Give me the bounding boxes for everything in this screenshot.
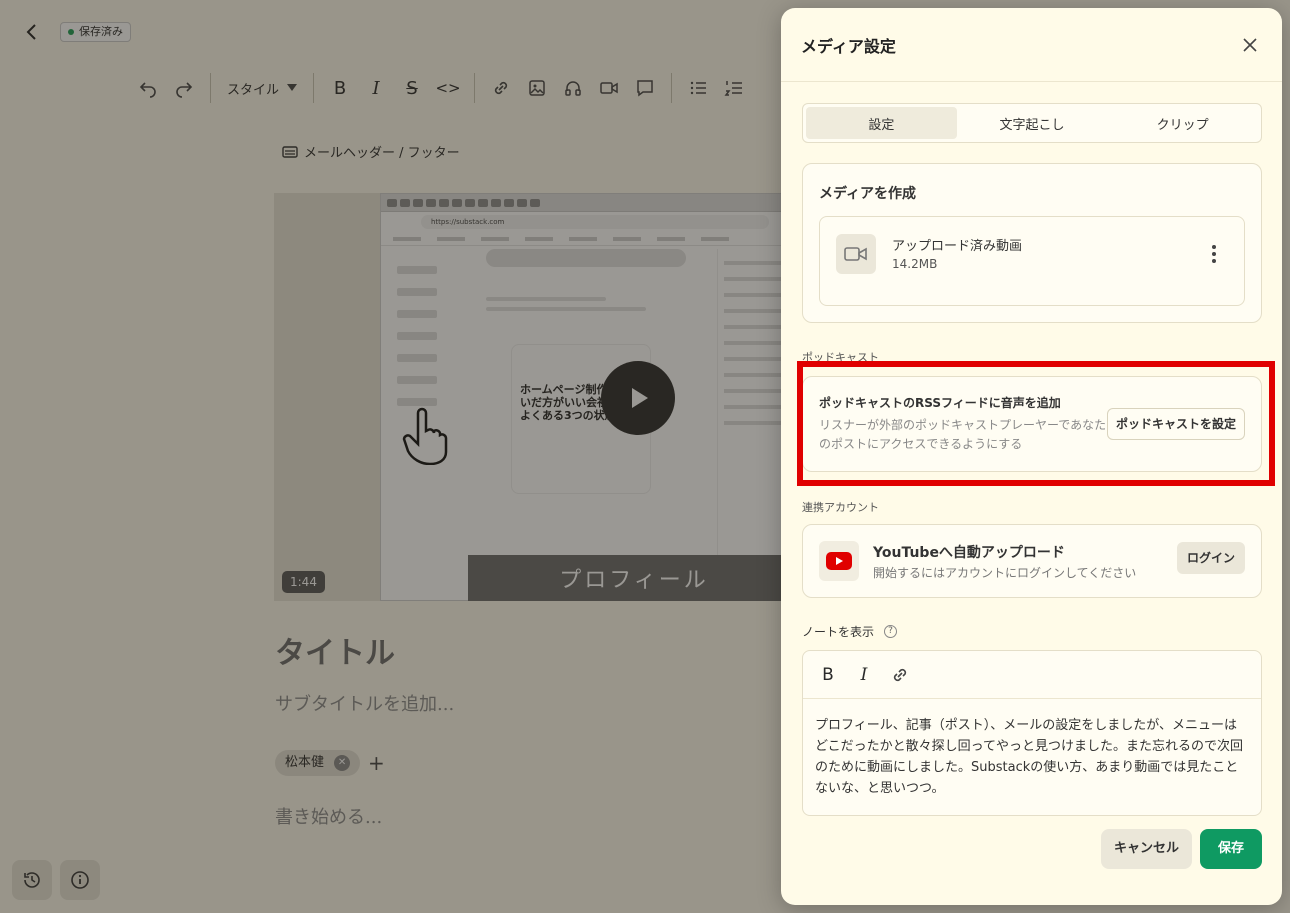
notes-text[interactable]: プロフィール、記事（ポスト）、メールの設定をしましたが、メニューはどこだったかと… xyxy=(803,699,1261,799)
notes-editor[interactable]: B I プロフィール、記事（ポスト）、メールの設定をしましたが、メニューはどこだ… xyxy=(802,650,1262,816)
dialog-title: メディア設定 xyxy=(801,36,896,56)
tab-transcript[interactable]: 文字起こし xyxy=(957,107,1108,139)
tab-settings[interactable]: 設定 xyxy=(806,107,957,139)
notes-label: ノートを表示 ? xyxy=(802,623,898,640)
more-options-icon[interactable] xyxy=(1204,241,1224,267)
tab-clips[interactable]: クリップ xyxy=(1107,107,1258,139)
save-button[interactable]: 保存 xyxy=(1200,829,1262,869)
help-icon[interactable]: ? xyxy=(884,625,898,638)
bold-icon[interactable]: B xyxy=(815,662,841,688)
linked-accounts-label: 連携アカウント xyxy=(802,501,879,514)
video-camera-icon xyxy=(836,234,876,274)
italic-icon[interactable]: I xyxy=(851,662,877,688)
notes-label-text: ノートを表示 xyxy=(802,625,875,639)
media-settings-dialog: メディア設定 設定 文字起こし クリップ メディアを作成 アップロード済み動画 … xyxy=(781,8,1282,905)
youtube-icon xyxy=(819,541,859,581)
media-item-size: 14.2MB xyxy=(892,257,938,271)
notes-toolbar: B I xyxy=(803,651,1261,699)
create-media-card: メディアを作成 アップロード済み動画 14.2MB xyxy=(802,163,1262,323)
media-item-name: アップロード済み動画 xyxy=(892,239,1023,254)
dialog-tabs: 設定 文字起こし クリップ xyxy=(802,103,1262,143)
red-highlight-box xyxy=(797,361,1275,486)
media-item: アップロード済み動画 14.2MB xyxy=(819,216,1245,306)
youtube-title: YouTubeへ自動アップロード xyxy=(873,545,1065,561)
cancel-button[interactable]: キャンセル xyxy=(1101,829,1192,869)
link-icon[interactable] xyxy=(887,662,913,688)
create-media-heading: メディアを作成 xyxy=(819,186,917,202)
youtube-subtitle: 開始するにはアカウントにログインしてください xyxy=(873,566,1137,580)
login-button[interactable]: ログイン xyxy=(1176,542,1245,574)
youtube-card: YouTubeへ自動アップロード 開始するにはアカウントにログインしてください … xyxy=(802,524,1262,598)
dialog-header: メディア設定 xyxy=(781,8,1282,82)
close-icon[interactable] xyxy=(1236,31,1264,59)
